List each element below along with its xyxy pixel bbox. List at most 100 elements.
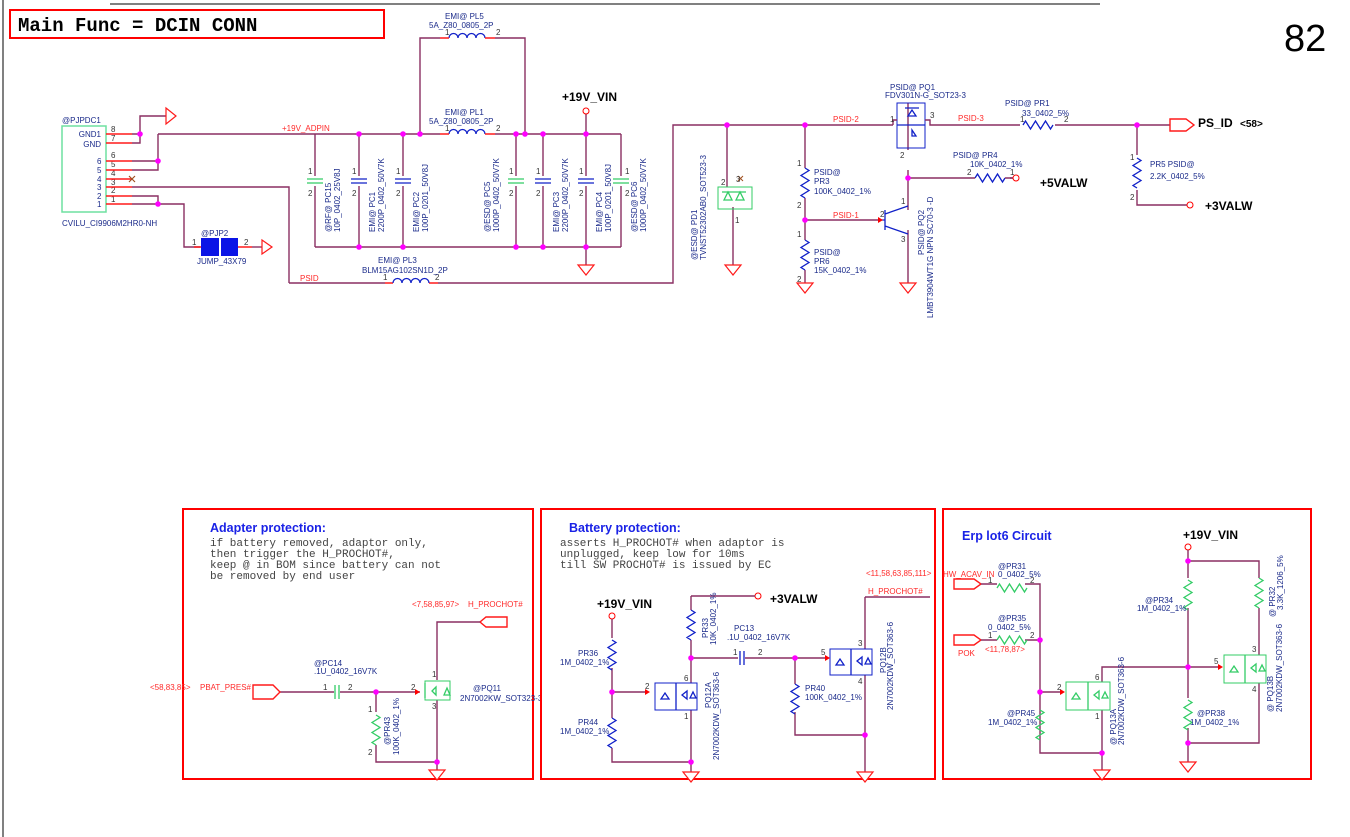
pin-number: 1 [579, 167, 584, 176]
pin-number: 7 [111, 134, 116, 143]
erp-pr34-part-label: 1M_0402_1% [1137, 604, 1186, 613]
adapter-prochot_ref-label: <7,58,85,97> [412, 600, 459, 609]
pin-number: 2 [645, 682, 650, 691]
pin-number: 2 [1130, 193, 1135, 202]
junction-dot [1185, 664, 1191, 670]
battery-vin-label: +19V_VIN [597, 597, 652, 611]
ground-icon [724, 264, 742, 276]
erp-pr45-part-label: 1M_0402_1% [988, 718, 1037, 727]
power-label-5valw: +5VALW [1040, 176, 1088, 190]
caps-0-part-label: 10P_0402_25V8J [333, 168, 342, 232]
battery-pq12a-part-label: 2N7002KDW_SOT363-6 [712, 671, 721, 760]
erp-pr38-part-label: 1M_0402_1% [1190, 718, 1239, 727]
junction-dot [792, 655, 798, 661]
caps-5-ref-label: EMI@ PC4 [595, 191, 604, 232]
caps-3-part-label: 1000P_0402_50V7K [492, 157, 501, 232]
caps-2-ref-label: EMI@ PC2 [412, 191, 421, 232]
junction-dot [155, 158, 161, 164]
junction-dot [802, 217, 808, 223]
adapter-pbat_ref-label: <58,83,85> [150, 683, 191, 692]
pin-number: 2 [308, 189, 313, 198]
connector-ref: @PJPDC1 [62, 116, 101, 125]
connector-inner-pins: 65 43 21 [97, 157, 102, 209]
pin-number: 6 [97, 157, 102, 166]
ground-icon [796, 282, 814, 294]
pin-number: 2 [797, 201, 802, 210]
ground-icon [899, 282, 917, 294]
pl1-ref: EMI@ PL1 [445, 108, 484, 117]
section-title: Erp lot6 Circuit [962, 529, 1052, 543]
connector-pin-numbers: 87 65 43 21 [111, 125, 116, 204]
section-title: Adapter protection: [210, 521, 326, 535]
pin-number: 2 [1030, 576, 1035, 585]
pin-number: 3 [1252, 645, 1257, 654]
pr1-ref-label: PSID@ PR1 [1005, 99, 1050, 108]
pin-number: 2 [797, 275, 802, 284]
wire [611, 595, 930, 772]
adapter-pr43-part-label: 100K_0402_1% [392, 698, 401, 755]
pin-name-gnd: GND [83, 140, 101, 149]
jumper-part: JUMP_43X79 [197, 257, 247, 266]
pl3-ref-label: EMI@ PL3 [378, 256, 417, 265]
junction-dot [724, 122, 730, 128]
pq1-part-label: FDV301N-G_SOT23-3 [885, 91, 966, 100]
ps-id-output: PS_ID <58> +3VALW PSID@ PQ1FDV301N-G_SOT… [885, 83, 1263, 213]
power-port-icon [582, 107, 590, 115]
h-prochot-port-icon [478, 616, 508, 628]
pl3-part-label: BLM15AG102SN1D_2P [362, 266, 448, 275]
pin-number: 2 [1030, 631, 1035, 640]
pin-number: 1 [1010, 168, 1015, 177]
battery-valw3-label: +3VALW [770, 592, 818, 606]
pin-number: 5 [1214, 657, 1219, 666]
pr3-tag-label: PSID@ [814, 168, 841, 177]
pin-number: 1 [684, 712, 689, 721]
pin-number: 3 [97, 183, 102, 192]
pd1-ref-label: @ESD@ PD1 [690, 209, 699, 260]
battery-note-2-label: till SW PROCHOT# is issued by EC [560, 560, 772, 572]
caps-6-ref-label: @ESD@ PC6 [630, 181, 639, 232]
pin-number: 4 [1252, 685, 1257, 694]
pin-number: 1 [432, 670, 437, 679]
schematic-sheet: Main Func = DCIN CONN 82 @PJPDC1 CVILU_C… [2, 0, 1326, 837]
battery-pr36-part-label: 1M_0402_1% [560, 658, 609, 667]
battery-pr44-ref-label: PR44 [578, 718, 599, 727]
pl1-part: 5A_Z80_0805_2P [429, 117, 494, 126]
pin-number: 1 [396, 167, 401, 176]
wire [892, 119, 1187, 206]
net-label-psid: PSID [300, 274, 319, 283]
caps-4-part-label: 2200P_0402_50V7K [561, 157, 570, 232]
pin-name-gnd1: GND1 [79, 130, 102, 139]
power-label-3valw: +3VALW [1205, 199, 1253, 213]
pin-number: 1 [352, 167, 357, 176]
caps-5-part-label: 100P_0201_50V8J [604, 164, 613, 232]
ground-icon [1179, 761, 1197, 773]
net-label-psid3: PSID-3 [958, 114, 984, 123]
junction-dot [1037, 689, 1043, 695]
jumper-pjp2: 1 2 @PJP2 JUMP_43X79 [192, 229, 274, 266]
net-label-psid1: PSID-1 [833, 211, 859, 220]
erp-pr35-part-label: 0_0402_5% [988, 623, 1031, 632]
pr6-ref-label: PR6 [814, 257, 830, 266]
pr3-part-label: 100K_0402_1% [814, 187, 871, 196]
battery-pr40-ref-label: PR40 [805, 684, 826, 693]
pin-number: 1 [536, 167, 541, 176]
power-label-19v-vin: +19V_VIN [562, 90, 617, 104]
jumper-ref: @PJP2 [201, 229, 229, 238]
pd1-part-label: TVNST52302AB0_SOT523-3 [699, 155, 708, 260]
pin-number: 2 [348, 683, 353, 692]
pin-number: 5 [821, 648, 826, 657]
erp-pr35-ref-label: @PR35 [998, 614, 1027, 623]
pin-number: 2 [1064, 115, 1069, 124]
input-filter: +19V_ADPIN 1 2 1 2 EMI@ PL5 5A_Z80_0805_2P… [158, 12, 648, 276]
pr6-part-label: 15K_0402_1% [814, 266, 867, 275]
pin-number: 1 [890, 115, 895, 124]
adapter-note-3-label: be removed by end user [210, 571, 355, 583]
pin-number: 1 [733, 648, 738, 657]
connector-part: CVILU_CI9906M2HR0-NH [62, 219, 157, 228]
pr4-ref-label: PSID@ PR4 [953, 151, 998, 160]
battery-pr40-part-label: 100K_0402_1% [805, 693, 862, 702]
erp-pq13b-part-label: 2N7002KDW_SOT363-6 [1275, 623, 1284, 712]
pin-number: 2 [509, 189, 514, 198]
pr5-ref-label: PR5 PSID@ [1150, 160, 1195, 169]
erp-pok_ref-label: <11,78,87> [985, 645, 1025, 654]
